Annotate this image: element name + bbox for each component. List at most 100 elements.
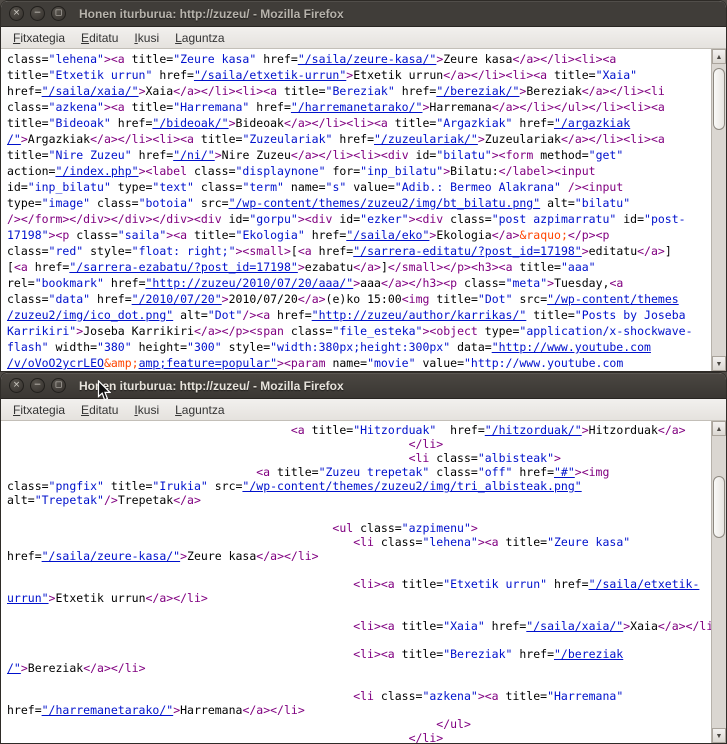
source-token	[7, 689, 353, 703]
scrollbar-thumb[interactable]	[713, 68, 725, 130]
source-token: class=	[7, 52, 49, 66]
source-token: title=	[7, 68, 49, 82]
source-line: rel="bookmark" href="http://zuzeu/2010/0…	[7, 275, 711, 291]
menu-item-editatu[interactable]: Editatu	[73, 401, 126, 419]
source-link[interactable]: "/saila/eko"	[346, 228, 429, 242]
source-line: Karrikiri">Joseba Karrikiri</a></p><span…	[7, 323, 711, 339]
source-link[interactable]: /"	[7, 661, 21, 675]
menu-item-laguntza[interactable]: Laguntza	[167, 401, 232, 419]
source-token: "image"	[42, 196, 90, 210]
source-view[interactable]: class="lehena"><a title="Zeure kasa" hre…	[1, 49, 711, 371]
source-link[interactable]: "http://zuzeu/author/karrikas/"	[312, 308, 527, 322]
source-token: <li><a	[353, 577, 395, 591]
minimize-button[interactable]: −	[30, 6, 45, 21]
source-token: alt=	[7, 493, 35, 507]
minimize-button[interactable]: −	[30, 378, 45, 393]
source-link[interactable]: /zuzeu2/img/ico_dot.png"	[7, 308, 173, 322]
scroll-up-button[interactable]: ▲	[712, 421, 726, 436]
source-token: class=	[187, 164, 235, 178]
menu-item-laguntza[interactable]: Laguntza	[167, 29, 232, 47]
source-token: ><a	[104, 52, 125, 66]
source-link[interactable]: "/saila/xaia/"	[526, 619, 623, 633]
source-token: "azkena"	[49, 100, 104, 114]
scroll-up-button[interactable]: ▲	[712, 49, 726, 64]
source-token: "Harremana"	[173, 100, 249, 114]
source-token	[7, 437, 409, 451]
source-link[interactable]: "http://www.youtube.com	[492, 340, 651, 354]
maximize-button[interactable]: ◻	[51, 6, 66, 21]
source-link[interactable]: "/saila/zeure-kasa/"	[42, 549, 180, 563]
source-token: style=	[83, 244, 131, 258]
source-link[interactable]: /v/oVoO2ycrLEO	[7, 356, 104, 370]
source-link[interactable]: "/bideoak/"	[152, 116, 228, 130]
menu-item-fitxategia[interactable]: Fitxategia	[5, 401, 73, 419]
titlebar[interactable]: × − ◻ Honen iturburua: http://zuzeu/ - M…	[1, 1, 726, 27]
source-token: >	[582, 244, 589, 258]
source-link[interactable]: "/bereziak	[554, 647, 623, 661]
source-link[interactable]: urrun"	[7, 591, 49, 605]
menu-item-editatu[interactable]: Editatu	[73, 29, 126, 47]
source-link[interactable]: "/sarrera-editatu/?post_id=17198"	[353, 244, 581, 258]
source-line: /></form></div></div></div><div id="gorp…	[7, 211, 711, 227]
scrollbar-track[interactable]	[712, 64, 726, 356]
source-token: "s"	[326, 180, 347, 194]
menu-item-fitxategia[interactable]: Fitxategia	[5, 29, 73, 47]
source-view[interactable]: <a title="Hitzorduak" href="/hitzorduak/…	[1, 421, 711, 743]
scroll-down-button[interactable]: ▼	[712, 728, 726, 743]
source-link[interactable]: /"	[7, 132, 21, 146]
scroll-down-button[interactable]: ▼	[712, 356, 726, 371]
source-link[interactable]: "/wp-content/themes/zuzeu2/img/tri_albis…	[242, 479, 581, 493]
source-link[interactable]: "/saila/etxetik-	[589, 577, 700, 591]
source-token: "Trepetak"	[35, 493, 104, 507]
source-token: </a>	[658, 423, 686, 437]
source-link[interactable]: "http://zuzeu/2010/07/20/aaa/"	[146, 276, 354, 290]
source-link[interactable]: "/saila/xaia/"	[42, 84, 139, 98]
source-token: "Zeure kasa"	[173, 52, 256, 66]
vertical-scrollbar[interactable]: ▲ ▼	[711, 421, 726, 743]
source-token: for=	[326, 164, 361, 178]
source-link[interactable]: "#"	[554, 465, 575, 479]
source-token: ><param	[277, 356, 325, 370]
scrollbar-track[interactable]	[712, 436, 726, 728]
source-token: alt=	[173, 308, 208, 322]
source-token: title=	[125, 100, 173, 114]
source-line: </li>	[7, 437, 711, 451]
source-link[interactable]: "/zuzeulariak/"	[374, 132, 478, 146]
source-token: value=	[416, 356, 464, 370]
source-token: </ul>	[436, 717, 471, 731]
source-link[interactable]: "/hitzorduak/"	[485, 423, 582, 437]
source-token: "pngfix"	[49, 479, 104, 493]
source-link[interactable]: "/saila/etxetik-urrun"	[194, 68, 346, 82]
titlebar[interactable]: × − ◻ Honen iturburua: http://zuzeu/ - M…	[1, 373, 726, 399]
maximize-button[interactable]: ◻	[51, 378, 66, 393]
source-link[interactable]: "/bereziak/"	[436, 84, 519, 98]
source-line: href="/saila/xaia/">Xaia</a></li><li><a …	[7, 83, 711, 99]
source-line: alt="Trepetak"/>Trepetak</a>	[7, 493, 711, 507]
source-token: Hitzorduak	[589, 423, 658, 437]
source-link[interactable]: "/saila/zeure-kasa/"	[298, 52, 436, 66]
source-token: aaa	[360, 276, 381, 290]
source-link[interactable]: "/argazkiak	[554, 116, 630, 130]
source-token: height=	[132, 340, 187, 354]
close-button[interactable]: ×	[9, 378, 24, 393]
source-link[interactable]: "/wp-content/themes/zuzeu2/img/bt_bilatu…	[229, 196, 541, 210]
source-link[interactable]: "/wp-content/themes	[547, 292, 679, 306]
source-link[interactable]: amp;feature=popular"	[139, 356, 277, 370]
source-link[interactable]: "/2010/07/20"	[132, 292, 222, 306]
source-line: <a title="Zuzeu trepetak" class="off" hr…	[7, 465, 711, 479]
source-link[interactable]: "/harremanetarako/"	[291, 100, 423, 114]
source-token: <a	[256, 465, 270, 479]
source-token: </a></li><li><a	[513, 52, 617, 66]
source-token: >	[471, 521, 478, 535]
menu-item-ikusi[interactable]: Ikusi	[126, 401, 167, 419]
source-link[interactable]: "/sarrera-ezabatu/?post_id=17198"	[69, 260, 297, 274]
vertical-scrollbar[interactable]: ▲ ▼	[711, 49, 726, 371]
source-link[interactable]: "/index.php"	[55, 164, 138, 178]
source-token: name=	[284, 180, 326, 194]
scrollbar-thumb[interactable]	[713, 476, 725, 538]
menu-item-ikusi[interactable]: Ikusi	[126, 29, 167, 47]
source-link[interactable]: "/ni/"	[173, 148, 215, 162]
close-button[interactable]: ×	[9, 6, 24, 21]
source-link[interactable]: "/harremanetarako/"	[42, 703, 174, 717]
source-token: href=	[270, 308, 312, 322]
